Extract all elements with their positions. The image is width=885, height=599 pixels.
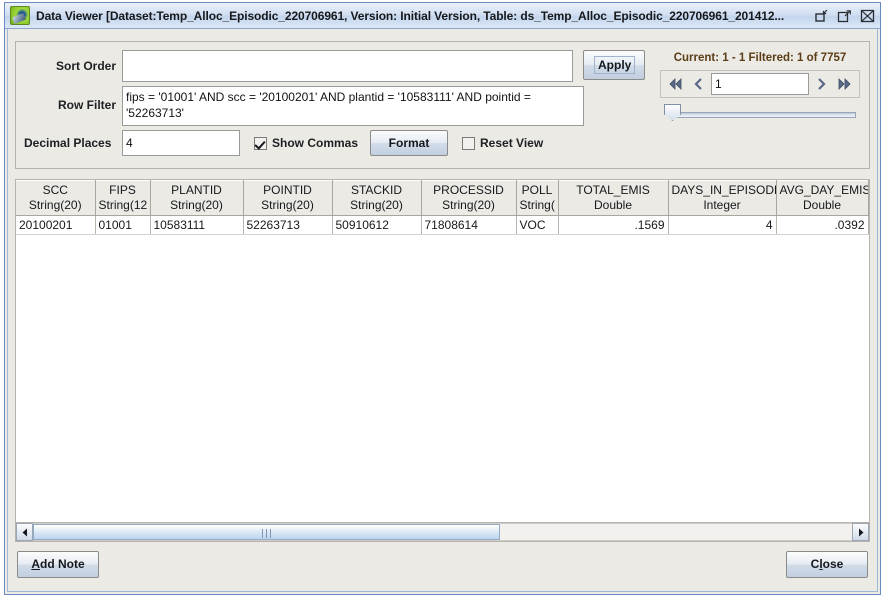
- show-commas-checkbox-box: [254, 136, 267, 150]
- table-header-row: SCC String(20) FIPS String(12 PLANTID String(…: [16, 180, 869, 216]
- horizontal-scrollbar-thumb[interactable]: [33, 524, 500, 540]
- table-column-header[interactable]: PROCESSID String(20): [421, 180, 517, 216]
- add-note-button-label: Add Note: [31, 557, 85, 571]
- first-page-icon[interactable]: [665, 74, 687, 94]
- table-column-header-type: String(20): [170, 198, 223, 212]
- maximize-icon[interactable]: [836, 8, 853, 24]
- scroll-right-icon[interactable]: [852, 523, 869, 541]
- table-column-header-name: FIPS: [109, 183, 136, 197]
- sort-order-label: Sort Order: [55, 59, 116, 73]
- table-column-header[interactable]: TOTAL_EMIS Double: [558, 180, 669, 216]
- row-number-input[interactable]: [711, 73, 809, 95]
- table-row[interactable]: 20100201 01001 10583111 52263713 50910612 718…: [16, 215, 869, 235]
- previous-page-icon[interactable]: [688, 74, 710, 94]
- apply-button-label: Apply: [594, 56, 636, 74]
- table-column-header-type: String(20): [28, 198, 82, 212]
- controls-left-group: Sort Order Apply Row Filter Decimal Plac…: [24, 50, 645, 160]
- table-cell[interactable]: 10583111: [150, 215, 244, 235]
- table-column-header-type: Double: [802, 198, 842, 212]
- table-column-header[interactable]: FIPS String(12: [95, 180, 151, 216]
- table-column-header[interactable]: POINTID String(20): [243, 180, 333, 216]
- sort-order-input[interactable]: [122, 50, 573, 82]
- title-bar[interactable]: Data Viewer [Dataset:Temp_Alloc_Episodic…: [5, 3, 880, 29]
- table-cell[interactable]: 20100201: [16, 215, 96, 235]
- minimize-icon[interactable]: [813, 8, 830, 24]
- table-column-header-name: SCC: [42, 183, 68, 197]
- show-commas-checkbox[interactable]: Show Commas: [254, 130, 358, 156]
- close-button-label: Close: [810, 557, 844, 571]
- data-viewer-app-icon: [10, 6, 30, 25]
- close-icon[interactable]: [859, 8, 876, 24]
- sort-order-row: Sort Order Apply: [24, 50, 645, 82]
- table-cell[interactable]: 50910612: [332, 215, 422, 235]
- table-cell[interactable]: VOC: [516, 215, 559, 235]
- record-slider-thumb[interactable]: [664, 104, 681, 121]
- table-column-header-type: String(: [519, 198, 555, 212]
- scroll-left-icon[interactable]: [16, 523, 33, 541]
- table-column-header[interactable]: DAYS_IN_EPISODE Integer: [668, 180, 777, 216]
- table-cell[interactable]: 01001: [95, 215, 151, 235]
- table-cell[interactable]: .0392: [776, 215, 869, 235]
- table-column-header-name: POINTID: [263, 183, 312, 197]
- table-column-header-type: String(12: [98, 198, 148, 212]
- table-column-header-type: Double: [593, 198, 633, 212]
- controls-panel: Sort Order Apply Row Filter Decimal Plac…: [15, 41, 870, 169]
- format-button[interactable]: Format: [370, 130, 449, 156]
- navigation-bar: [660, 70, 860, 98]
- decimal-places-input[interactable]: [122, 130, 240, 156]
- table-column-header[interactable]: SCC String(20): [16, 180, 96, 216]
- data-viewer-window: Data Viewer [Dataset:Temp_Alloc_Episodic…: [4, 2, 881, 595]
- table-column-header-name: PLANTID: [171, 183, 222, 197]
- table-column-header[interactable]: PLANTID String(20): [150, 180, 244, 216]
- row-filter-label: Row Filter: [57, 98, 116, 112]
- table-body: 20100201 01001 10583111 52263713 50910612 718…: [16, 215, 869, 235]
- footer-bar: Add Note Close: [15, 542, 870, 586]
- reset-view-checkbox[interactable]: Reset View: [462, 130, 543, 156]
- record-slider-track: [674, 112, 856, 118]
- table-cell[interactable]: 71808614: [421, 215, 517, 235]
- record-status-text: Current: 1 - 1 Filtered: 1 of 7757: [673, 52, 847, 64]
- table-cell[interactable]: .1569: [558, 215, 669, 235]
- table-column-header[interactable]: POLL String(: [516, 180, 559, 216]
- table-column-header-name: POLL: [521, 183, 553, 197]
- close-button[interactable]: Close: [786, 550, 868, 578]
- add-note-button[interactable]: Add Note: [17, 550, 99, 578]
- table-column-header-type: Integer: [703, 198, 741, 212]
- table-column-header-name: TOTAL_EMIS: [576, 183, 650, 197]
- table-cell[interactable]: 4: [668, 215, 777, 235]
- table-column-header-type: String(20): [261, 198, 314, 212]
- reset-view-checkbox-box: [462, 136, 476, 150]
- row-filter-input[interactable]: [122, 86, 584, 126]
- decimal-places-label: Decimal Places: [24, 136, 112, 150]
- table-cell[interactable]: [868, 215, 869, 235]
- data-table: SCC String(20) FIPS String(12 PLANTID String(…: [16, 180, 869, 235]
- data-table-area: SCC String(20) FIPS String(12 PLANTID String(…: [15, 179, 870, 542]
- data-table-viewport: SCC String(20) FIPS String(12 PLANTID String(…: [16, 180, 869, 522]
- reset-view-label: Reset View: [480, 136, 544, 150]
- table-column-header[interactable]: AVG_DAY_EMIS Double: [776, 180, 869, 216]
- table-column-header-type: String(20): [350, 198, 403, 212]
- show-commas-label: Show Commas: [272, 136, 359, 150]
- table-column-header[interactable]: STACKID String(20): [332, 180, 422, 216]
- last-page-icon[interactable]: [833, 74, 855, 94]
- horizontal-scrollbar-track[interactable]: [33, 523, 852, 541]
- table-column-header-name: STACKID: [350, 183, 403, 197]
- content-pane: Sort Order Apply Row Filter Decimal Plac…: [5, 29, 880, 594]
- table-column-header-name: DAYS_IN_EPISODE: [671, 183, 776, 197]
- table-column-header[interactable]: [868, 180, 869, 216]
- apply-button[interactable]: Apply: [583, 50, 645, 80]
- next-page-icon[interactable]: [810, 74, 832, 94]
- record-slider[interactable]: [660, 103, 860, 127]
- navigation-panel: Current: 1 - 1 Filtered: 1 of 7757: [645, 50, 861, 160]
- window-title: Data Viewer [Dataset:Temp_Alloc_Episodic…: [36, 8, 785, 23]
- table-column-header-name: AVG_DAY_EMIS: [779, 183, 868, 197]
- table-cell[interactable]: 52263713: [243, 215, 333, 235]
- row-filter-row: Row Filter: [24, 86, 645, 126]
- table-column-header-name: PROCESSID: [433, 183, 504, 197]
- format-options-row: Decimal Places Show Commas Format Reset …: [24, 130, 645, 156]
- table-column-header-type: String(20): [442, 198, 495, 212]
- horizontal-scrollbar[interactable]: [16, 522, 869, 541]
